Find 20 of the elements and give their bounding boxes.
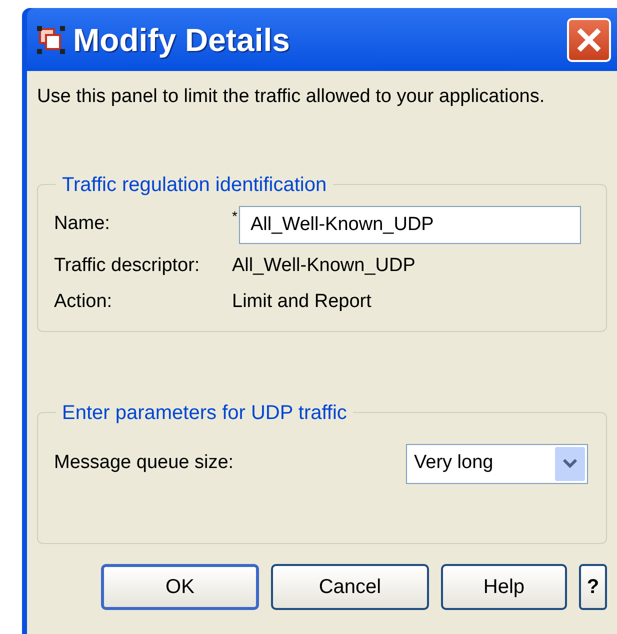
app-icon xyxy=(37,26,65,54)
instruction-text: Use this panel to limit the traffic allowed to your applications. xyxy=(37,85,546,109)
field-value: All_Well-Known_UDP xyxy=(232,254,416,278)
close-icon xyxy=(576,26,602,52)
dialog-button[interactable]: Cancel xyxy=(271,564,429,610)
field-value: Limit and Report xyxy=(232,290,372,314)
field-label: Message queue size: xyxy=(54,451,234,476)
required-mark: * xyxy=(232,206,238,226)
name-field[interactable]: All_Well-Known_UDP xyxy=(239,206,582,244)
group-title: Enter parameters for UDP traffic xyxy=(61,400,348,426)
dialog-button[interactable]: Help xyxy=(441,564,567,610)
field-label: Traffic descriptor: xyxy=(54,254,201,278)
queue-size-dropdown[interactable]: Very long xyxy=(406,444,588,484)
help-question-button[interactable]: ? xyxy=(579,564,607,610)
field-label: Name: xyxy=(54,212,111,236)
field-label: Action: xyxy=(54,290,114,314)
close-button[interactable] xyxy=(567,18,611,62)
group-title: Traffic regulation identification xyxy=(61,172,328,198)
window-title: Modify Details xyxy=(73,20,290,60)
dialog-button[interactable]: OK xyxy=(101,564,259,610)
